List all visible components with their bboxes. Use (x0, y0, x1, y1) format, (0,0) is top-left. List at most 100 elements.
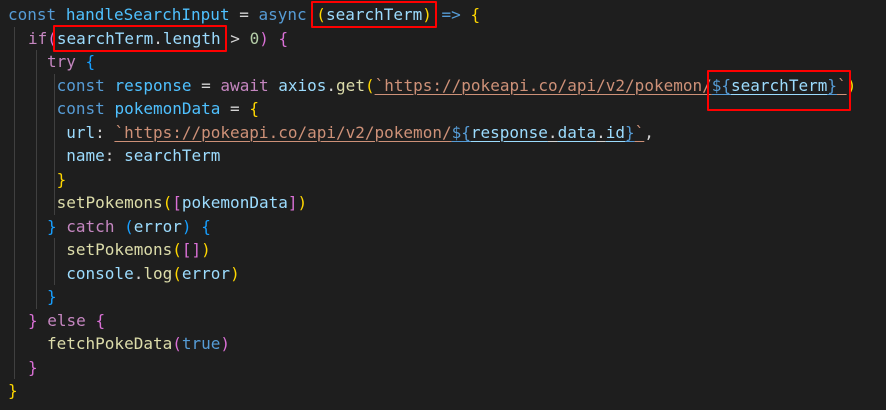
highlight-box (52, 24, 227, 52)
indent-guide (54, 238, 55, 285)
code-line[interactable]: name: searchTerm (47, 144, 220, 168)
code-token: { (470, 5, 481, 24)
code-token: data (557, 122, 597, 142)
code-token: } (8, 381, 18, 400)
code-line[interactable]: const pokemonData = { (47, 97, 259, 121)
code-token: [ (172, 193, 182, 212)
code-line[interactable]: } (47, 168, 67, 192)
indent-guide (14, 26, 15, 379)
code-token: 0 (249, 28, 260, 48)
code-token: log (143, 263, 173, 283)
highlight-box (311, 1, 437, 28)
code-token: if (28, 28, 48, 48)
code-token: get (336, 75, 365, 95)
code-token: searchTerm (124, 146, 221, 165)
code-token: } (28, 357, 38, 377)
code-line[interactable]: setPokemons([pokemonData]) (47, 191, 308, 215)
indent-guide (36, 50, 37, 309)
code-line[interactable]: } (28, 356, 38, 380)
code-token: : (95, 122, 115, 142)
code-token: = (220, 99, 250, 118)
code-token: id (605, 122, 625, 142)
code-token: . (596, 122, 606, 142)
code-token: response (114, 75, 192, 95)
code-token: ${ (451, 122, 471, 142)
code-token: ( (172, 263, 182, 283)
code-token: : (104, 146, 125, 165)
code-token: = (191, 75, 221, 95)
code-token: [] (181, 240, 202, 259)
code-token: { (249, 99, 259, 118)
code-token: } (625, 122, 635, 142)
code-token: pokemonData (114, 99, 221, 118)
code-line[interactable]: url: `https://pokeapi.co/api/v2/pokemon/… (47, 121, 654, 145)
code-token: `https://pokeapi.co/api/v2/pokemon/ (114, 122, 452, 142)
code-token: const (56, 99, 105, 118)
code-token: ( (172, 240, 182, 259)
code-token: ) (181, 216, 192, 236)
code-token: axios (278, 75, 327, 95)
code-token: } (47, 216, 57, 236)
code-token: } (47, 287, 57, 306)
code-line[interactable]: } else { (28, 309, 105, 333)
code-token: . (133, 263, 144, 283)
code-token: url (66, 122, 96, 142)
code-line[interactable]: } (8, 379, 18, 403)
code-editor[interactable]: const handleSearchInput = async ( searchT… (0, 0, 886, 410)
code-token: handleSearchInput (65, 5, 230, 24)
code-token: setPokemons (56, 193, 163, 212)
code-token: ( (364, 75, 375, 95)
code-token: pokemonData (181, 193, 288, 212)
code-token: => (441, 5, 461, 24)
code-token: `https://pokeapi.co/api/v2/pokemon/ (374, 75, 712, 95)
code-token: true (181, 334, 221, 353)
code-token: { (201, 216, 211, 236)
code-token: } (56, 169, 67, 189)
code-token: ( (172, 334, 182, 353)
code-token: ) (230, 263, 240, 283)
code-token: { (85, 52, 96, 71)
code-line[interactable]: } (47, 285, 57, 309)
code-token: else (47, 310, 86, 330)
code-line[interactable]: try { (47, 50, 95, 74)
code-token: const (8, 5, 57, 24)
code-token: try (47, 52, 76, 71)
code-token: catch (66, 216, 115, 236)
code-token: fetchPokeData (47, 334, 173, 353)
code-token: ) (259, 28, 269, 48)
code-line[interactable]: fetchPokeData(true) (47, 332, 230, 356)
code-token: ( (162, 193, 173, 212)
code-line[interactable]: console.log(error) (47, 262, 240, 286)
code-line[interactable]: } catch (error) { (47, 215, 211, 239)
code-token: ` (634, 122, 645, 142)
code-token: = (229, 5, 259, 24)
code-line[interactable]: setPokemons([]) (47, 238, 211, 262)
code-token: async (258, 5, 307, 24)
code-token: const (56, 75, 105, 95)
code-token: name (66, 146, 105, 165)
code-token: await (220, 75, 269, 95)
code-token: . (326, 75, 337, 95)
code-token: ) (297, 193, 308, 212)
code-token: . (547, 122, 558, 142)
highlight-box (706, 69, 851, 111)
code-token: ( (124, 216, 134, 236)
code-token: } (28, 310, 38, 330)
